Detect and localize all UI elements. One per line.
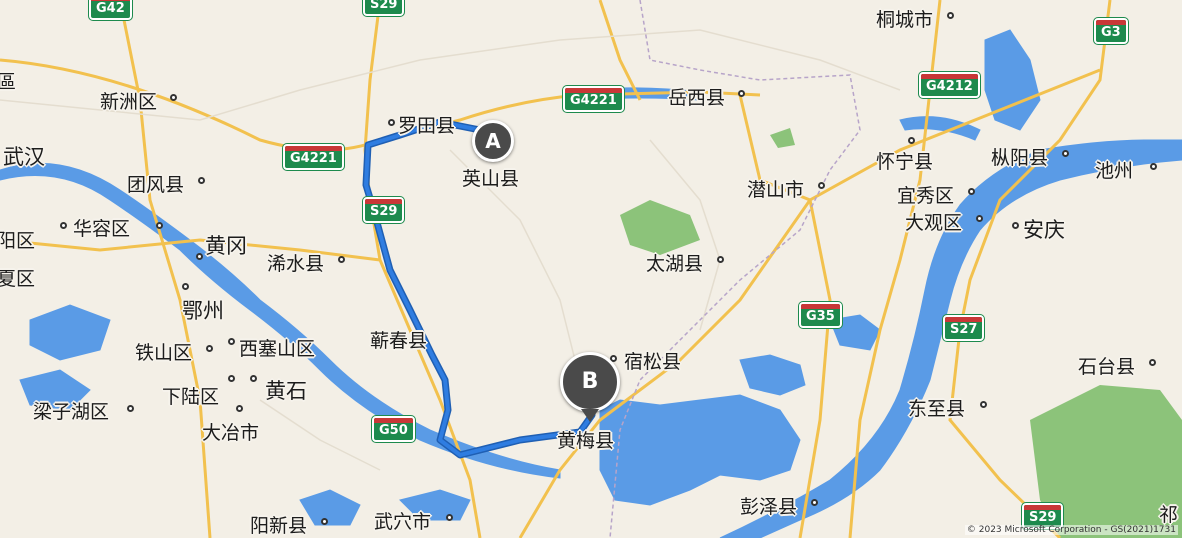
place-label: 岳西县 [668, 87, 726, 109]
place-dot [968, 188, 975, 195]
place-dot [156, 222, 163, 229]
highway-shield: G3 [1094, 18, 1128, 44]
place-label: 區 [0, 71, 17, 93]
place-dot [228, 338, 235, 345]
map-base-layer [0, 0, 1182, 538]
highway-shield: S29 [363, 197, 405, 223]
route-start-pin[interactable]: A [472, 120, 514, 162]
map-canvas[interactable]: 桐城市 新洲区 罗田县 岳西县 英山县 怀宁县 枞阳县 池州 武汉 团风县 潜山… [0, 0, 1182, 538]
place-dot [738, 90, 745, 97]
place-label: 怀宁县 [876, 151, 934, 173]
place-dot [196, 253, 203, 260]
place-dot [1012, 222, 1019, 229]
place-dot [717, 256, 724, 263]
place-label: 下陆区 [162, 386, 220, 408]
place-label: 池州 [1095, 160, 1134, 182]
place-label: 罗田县 [398, 115, 456, 137]
place-dot [1062, 150, 1069, 157]
place-dot [980, 401, 987, 408]
place-dot [1150, 163, 1157, 170]
highway-shield: G42 [89, 0, 132, 20]
place-label: 西塞山区 [239, 338, 316, 360]
place-label: 武穴市 [374, 511, 432, 533]
place-label: 枞阳县 [991, 147, 1049, 169]
place-label: 团风县 [127, 174, 185, 196]
place-label: 铁山区 [135, 342, 193, 364]
place-label: 黄梅县 [557, 430, 615, 452]
place-label: 安庆 [1023, 218, 1065, 242]
place-dot [321, 518, 328, 525]
place-label: 华容区 [73, 218, 131, 240]
place-label: 黄石 [265, 379, 307, 403]
place-label: 祁 [1159, 504, 1179, 526]
place-label: 浠水县 [267, 253, 325, 275]
place-dot [206, 345, 213, 352]
highway-shield: G4221 [283, 144, 344, 170]
place-dot [250, 375, 257, 382]
place-dot [182, 283, 189, 290]
place-dot [338, 256, 345, 263]
place-label: 大冶市 [202, 422, 260, 444]
place-label: 宿松县 [624, 351, 682, 373]
place-label: 梁子湖区 [33, 401, 110, 423]
highway-shield: S27 [943, 315, 985, 341]
place-label: 新洲区 [100, 91, 158, 113]
place-label: 武汉 [3, 145, 45, 169]
place-dot [127, 405, 134, 412]
place-label: 蕲春县 [370, 330, 428, 352]
place-label: 鄂州 [182, 299, 224, 323]
place-dot [198, 177, 205, 184]
place-label: 太湖县 [646, 253, 704, 275]
place-dot [1149, 359, 1156, 366]
place-dot [388, 119, 395, 126]
place-label: 宜秀区 [897, 185, 955, 207]
highway-shield: G4212 [919, 72, 980, 98]
place-label: 石台县 [1078, 356, 1136, 378]
place-label: 阳区 [0, 230, 36, 252]
highway-shield: G50 [372, 416, 415, 442]
place-dot [446, 514, 453, 521]
place-label: 彭泽县 [740, 496, 798, 518]
place-dot [60, 222, 67, 229]
place-dot [236, 405, 243, 412]
place-dot [908, 137, 915, 144]
place-label: 大观区 [905, 212, 963, 234]
place-label: 黄冈 [205, 234, 247, 258]
highway-shield: G35 [799, 302, 842, 328]
place-label: 夏区 [0, 268, 36, 290]
place-label: 潜山市 [747, 179, 805, 201]
place-dot [947, 12, 954, 19]
place-dot [818, 182, 825, 189]
place-label: 英山县 [462, 168, 520, 190]
place-dot [170, 94, 177, 101]
place-dot [811, 499, 818, 506]
place-dot [976, 215, 983, 222]
map-copyright: © 2023 Microsoft Corporation - GS(2021)1… [964, 525, 1178, 535]
route-end-pin[interactable]: B [560, 352, 620, 422]
highway-shield: S29 [363, 0, 405, 16]
highway-shield: G4221 [563, 86, 624, 112]
place-label: 桐城市 [876, 9, 934, 31]
place-dot [228, 375, 235, 382]
place-label: 阳新县 [250, 515, 308, 537]
place-label: 东至县 [908, 398, 966, 420]
